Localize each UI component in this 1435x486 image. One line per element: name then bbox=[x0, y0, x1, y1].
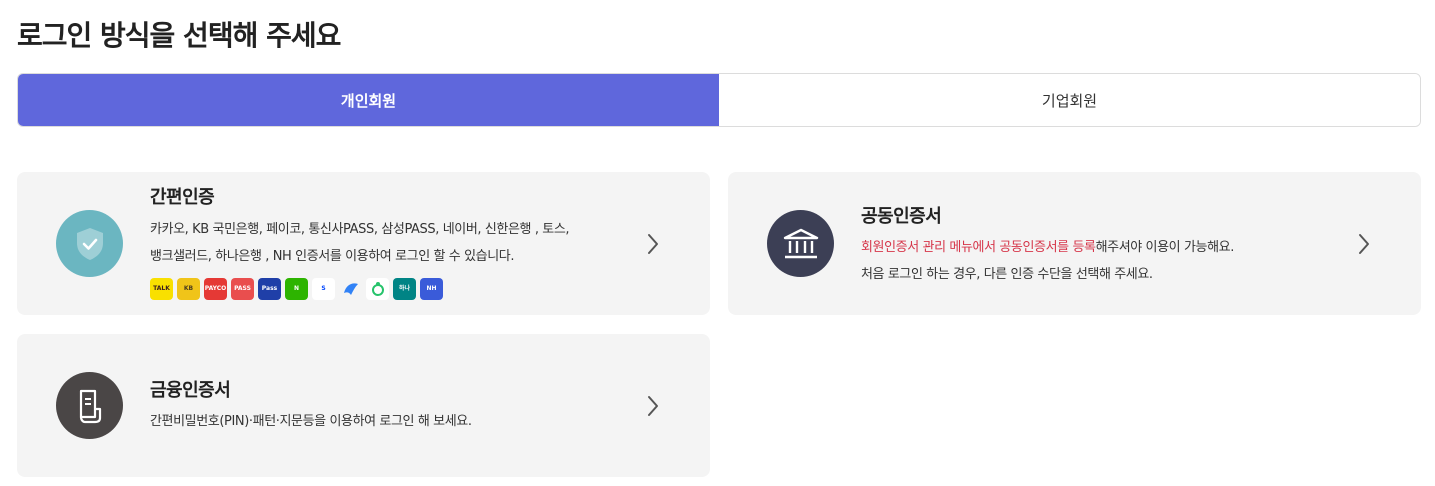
joint-cert-desc-line1: 회원인증서 관리 메뉴에서 공동인증서를 등록해주셔야 이용이 가능해요. bbox=[861, 235, 1234, 261]
member-type-tabs: 개인회원 기업회원 bbox=[17, 73, 1421, 127]
simple-auth-title: 간편인증 bbox=[150, 187, 215, 208]
toss-logo bbox=[339, 278, 362, 300]
document-icon bbox=[56, 372, 123, 439]
shield-check-icon bbox=[56, 210, 123, 277]
pass-logo: PASS bbox=[231, 278, 254, 300]
page-title: 로그인 방식을 선택해 주세요 bbox=[17, 19, 341, 52]
joint-cert-desc-line2: 처음 로그인 하는 경우, 다른 인증 수단을 선택해 주세요. bbox=[861, 267, 1153, 282]
kb-logo: KB bbox=[177, 278, 200, 300]
finance-cert-desc: 간편비밀번호(PIN)·패턴·지문등을 이용하여 로그인 해 보세요. bbox=[150, 414, 472, 429]
kakao-logo: TALK bbox=[150, 278, 173, 300]
naver-logo: N bbox=[285, 278, 308, 300]
finance-cert-title: 금융인증서 bbox=[150, 380, 231, 401]
joint-cert-notice: 회원인증서 관리 메뉴에서 공동인증서를 등록 bbox=[861, 240, 1096, 255]
simple-auth-desc-line1: 카카오, KB 국민은행, 페이코, 통신사PASS, 삼성PASS, 네이버,… bbox=[150, 222, 570, 237]
simple-auth-card[interactable]: 간편인증 카카오, KB 국민은행, 페이코, 통신사PASS, 삼성PASS,… bbox=[17, 172, 710, 315]
chevron-right-icon[interactable] bbox=[645, 232, 661, 256]
chevron-right-icon[interactable] bbox=[1356, 232, 1372, 256]
provider-logos: TALK KB PAYCO PASS Pass N S 하나 NH bbox=[150, 278, 443, 300]
tab-corporate[interactable]: 기업회원 bbox=[719, 74, 1420, 126]
samsung-pass-logo: Pass bbox=[258, 278, 281, 300]
tab-personal[interactable]: 개인회원 bbox=[18, 74, 719, 126]
bank-icon bbox=[767, 210, 834, 277]
banksalad-logo bbox=[366, 278, 389, 300]
joint-cert-card[interactable]: 공동인증서 회원인증서 관리 메뉴에서 공동인증서를 등록해주셔야 이용이 가능… bbox=[728, 172, 1421, 315]
finance-cert-card[interactable]: 금융인증서 간편비밀번호(PIN)·패턴·지문등을 이용하여 로그인 해 보세요… bbox=[17, 334, 710, 477]
nh-logo: NH bbox=[420, 278, 443, 300]
joint-cert-title: 공동인증서 bbox=[861, 206, 942, 227]
hana-logo: 하나 bbox=[393, 278, 416, 300]
simple-auth-desc-line2: 뱅크샐러드, 하나은행 , NH 인증서를 이용하여 로그인 할 수 있습니다. bbox=[150, 249, 515, 264]
joint-cert-desc-rest: 해주셔야 이용이 가능해요. bbox=[1095, 240, 1235, 255]
payco-logo: PAYCO bbox=[204, 278, 227, 300]
shinhan-logo: S bbox=[312, 278, 335, 300]
chevron-right-icon[interactable] bbox=[645, 394, 661, 418]
